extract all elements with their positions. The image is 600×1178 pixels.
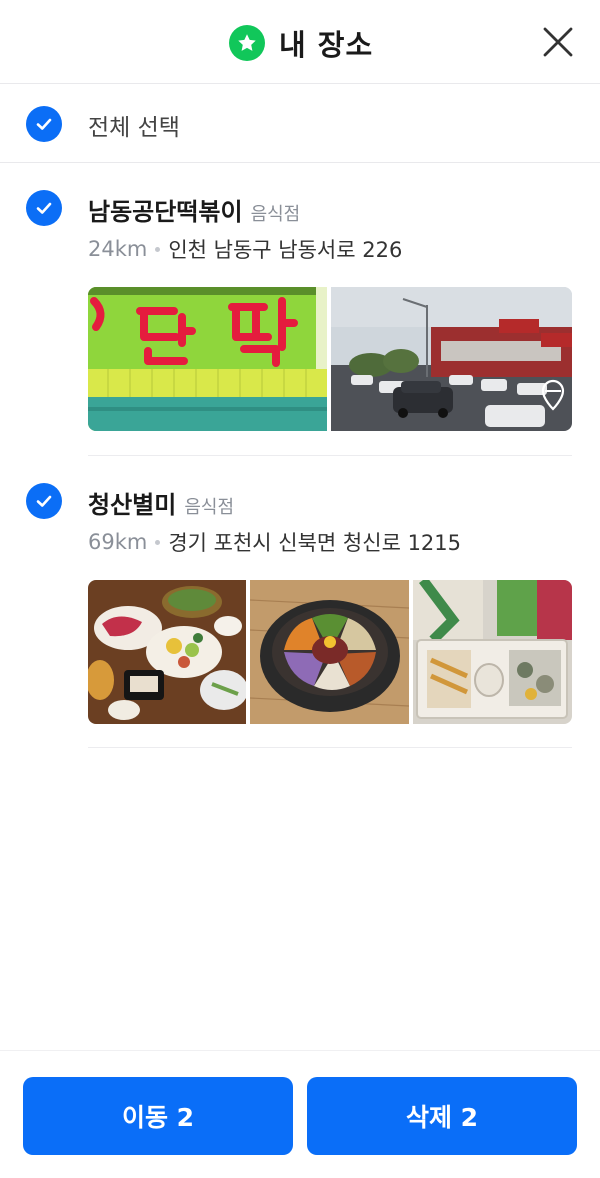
select-all-row[interactable]: 전체 선택	[0, 85, 600, 163]
place-address: 경기 포천시 신북면 청신로 1215	[168, 531, 462, 555]
place-address: 인천 남동구 남동서로 226	[168, 238, 403, 262]
close-button[interactable]	[538, 22, 578, 62]
packaged-food-photo[interactable]	[413, 580, 572, 724]
divider	[88, 455, 572, 456]
divider	[88, 747, 572, 748]
place-checkbox[interactable]	[26, 190, 62, 226]
sign-photo[interactable]	[88, 287, 327, 431]
check-icon	[36, 202, 52, 214]
place-photos	[88, 287, 572, 431]
select-all-checkbox[interactable]	[26, 106, 62, 142]
place-name[interactable]: 남동공단떡볶이	[88, 192, 243, 227]
close-icon	[543, 27, 573, 57]
place-title-row: 남동공단떡볶이 음식점	[88, 192, 300, 227]
place-meta: 24km 인천 남동구 남동서로 226	[88, 234, 402, 264]
check-icon	[36, 495, 52, 507]
bibimbap-photo[interactable]	[250, 580, 409, 724]
place-name[interactable]: 청산별미	[88, 485, 176, 520]
place-checkbox[interactable]	[26, 483, 62, 519]
place-meta: 69km 경기 포천시 신북면 청신로 1215	[88, 527, 461, 557]
check-icon	[36, 118, 52, 130]
place-category: 음식점	[184, 497, 235, 518]
header-title-group: 내 장소	[229, 24, 373, 62]
place-distance: 24km	[88, 237, 148, 261]
bottom-action-bar: 이동 2 삭제 2	[0, 1050, 600, 1178]
separator-dot	[155, 246, 161, 252]
street-view-photo[interactable]	[331, 287, 572, 431]
page-title: 내 장소	[279, 28, 374, 62]
place-distance: 69km	[88, 530, 148, 554]
delete-button[interactable]: 삭제 2	[307, 1077, 577, 1155]
separator-dot	[155, 539, 161, 545]
table-spread-photo[interactable]	[88, 580, 246, 724]
header: 내 장소	[0, 0, 600, 84]
place-photos	[88, 580, 572, 724]
select-all-label: 전체 선택	[88, 115, 180, 141]
place-title-row: 청산별미 음식점	[88, 485, 234, 520]
place-category: 음식점	[250, 204, 301, 225]
move-button[interactable]: 이동 2	[23, 1077, 293, 1155]
star-icon	[229, 25, 265, 61]
